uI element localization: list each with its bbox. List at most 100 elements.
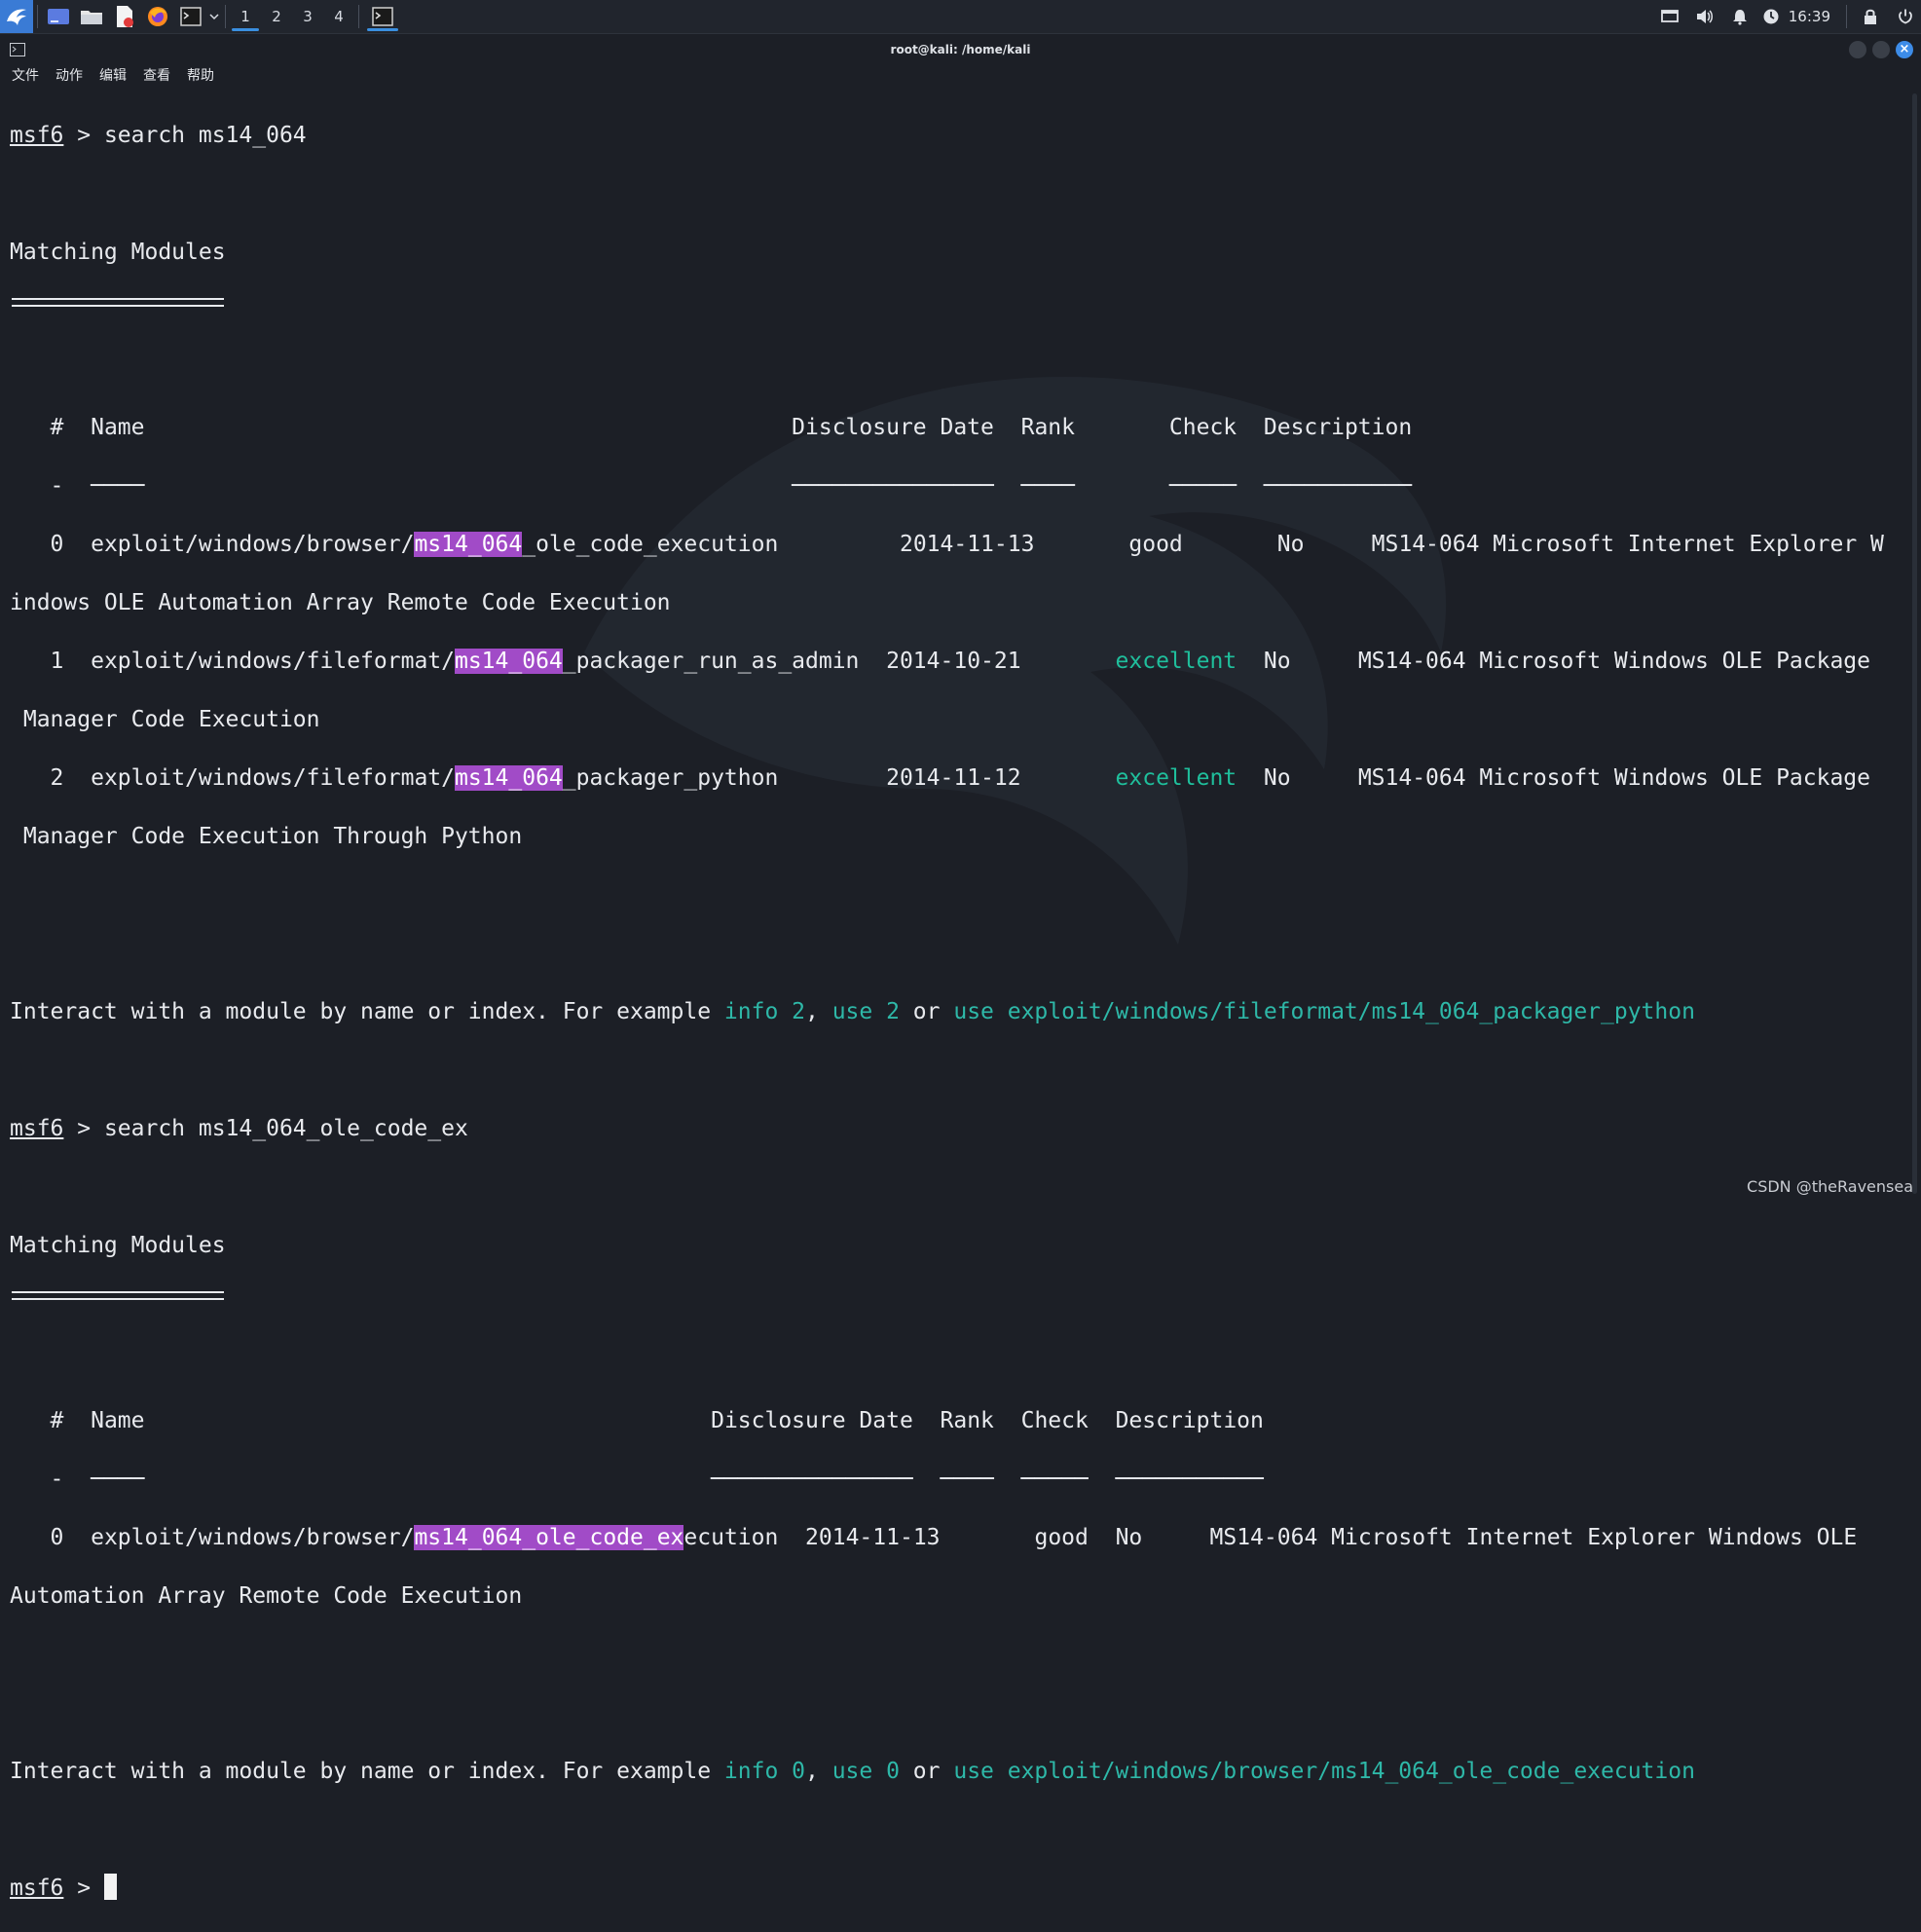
disclosure-date: 2014-11-12: [886, 765, 1021, 791]
firefox-icon: [148, 7, 167, 26]
prompt-line-3[interactable]: msf6 >: [10, 1874, 1908, 1903]
search-highlight: ms14_064: [454, 765, 563, 791]
hint-or: or: [899, 1759, 954, 1784]
msf-prompt: msf6: [10, 1876, 64, 1901]
workspace-label: 3: [303, 8, 313, 25]
menu-edit[interactable]: 编辑: [99, 65, 127, 87]
table-row-wrap: indows OLE Automation Array Remote Code …: [10, 588, 1908, 617]
power-button[interactable]: [1890, 0, 1921, 33]
check: No: [1276, 532, 1305, 557]
rank: good: [1034, 1525, 1089, 1550]
heading-underline: [10, 296, 1908, 325]
workspace-label: 1: [240, 8, 250, 25]
disclosure-date: 2014-11-13: [899, 532, 1035, 557]
kali-logo-icon: [7, 9, 26, 25]
terminal-output[interactable]: msf6 > search ms14_064 Matching Modules …: [10, 92, 1908, 1901]
text-editor-icon: [117, 6, 133, 27]
col-hash: #: [50, 1408, 64, 1433]
text-editor-button[interactable]: [108, 0, 141, 33]
workspace-2[interactable]: 2: [261, 0, 292, 33]
workspace-label: 4: [334, 8, 344, 25]
col-rank: Rank: [940, 1408, 994, 1433]
volume-tray-button[interactable]: [1689, 0, 1720, 33]
module-path-suffix: _packager_run_as_admin: [562, 649, 860, 674]
rank: excellent: [1115, 649, 1238, 674]
table-row: 0 exploit/windows/browser/ms14_064_ole_c…: [10, 1523, 1908, 1552]
table-row: 1 exploit/windows/fileformat/ms14_064_pa…: [10, 647, 1908, 676]
window-controls: ×: [1849, 41, 1913, 58]
hint-use-cmd: use 2: [831, 999, 900, 1024]
col-check: Check: [1168, 415, 1238, 440]
file-manager-button[interactable]: [75, 0, 108, 33]
col-hash: #: [50, 415, 64, 440]
firefox-button[interactable]: [141, 0, 174, 33]
kali-menu-button[interactable]: [0, 0, 33, 33]
panel-separator: [358, 5, 359, 28]
folder-icon: [81, 11, 102, 24]
clock-time[interactable]: 16:39: [1787, 8, 1838, 25]
taskbar-terminal-window[interactable]: [363, 0, 402, 33]
table-row-wrap: Manager Code Execution: [10, 705, 1908, 734]
row-index: 1: [50, 649, 64, 674]
display-tray-button[interactable]: [1654, 0, 1685, 33]
table-row: 0 exploit/windows/browser/ms14_064_ole_c…: [10, 530, 1908, 559]
col-name: Name: [91, 415, 145, 440]
terminal-icon: [180, 7, 202, 26]
clock-tray-button[interactable]: [1759, 0, 1783, 33]
description: MS14-064 Microsoft Windows OLE Package: [1357, 765, 1871, 791]
msf-prompt: msf6: [10, 123, 64, 148]
chevron-down-icon: [209, 14, 219, 20]
text-cursor: [103, 1874, 117, 1900]
interact-hint: Interact with a module by name or index.…: [10, 1757, 1908, 1786]
col-rank: Rank: [1020, 415, 1075, 440]
panel-separator: [1846, 5, 1847, 28]
description-wrap: Manager Code Execution Through Python: [10, 824, 523, 849]
workspace-4[interactable]: 4: [323, 0, 354, 33]
section-heading: Matching Modules: [10, 238, 1908, 267]
show-desktop-button[interactable]: [42, 0, 75, 33]
terminal-launcher-button[interactable]: [174, 0, 207, 33]
workspace-label: 2: [272, 8, 281, 25]
table-header-rule: - ──── ─────────────── ──── ───── ──────…: [10, 473, 1413, 499]
col-name: Name: [91, 1408, 145, 1433]
maximize-button[interactable]: [1872, 41, 1890, 58]
window-titlebar[interactable]: root@kali: /home/kali ×: [0, 34, 1921, 65]
menu-file[interactable]: 文件: [12, 65, 39, 87]
hint-info-cmd: info 0: [723, 1759, 805, 1784]
check: No: [1115, 1525, 1143, 1550]
hint-or: or: [899, 999, 954, 1024]
bell-icon: [1732, 10, 1747, 25]
close-button[interactable]: ×: [1896, 41, 1913, 58]
menu-view[interactable]: 查看: [143, 65, 170, 87]
matching-modules-title: Matching Modules: [10, 1233, 226, 1258]
disclosure-date: 2014-10-21: [886, 649, 1021, 674]
terminal-scrollbar[interactable]: [1912, 93, 1917, 1194]
table-row-wrap: Manager Code Execution Through Python: [10, 822, 1908, 851]
hint-text: Interact with a module by name or index.…: [10, 999, 724, 1024]
lock-screen-button[interactable]: [1855, 0, 1886, 33]
panel-separator: [225, 5, 226, 28]
lock-icon: [1865, 9, 1876, 24]
menu-help[interactable]: 帮助: [187, 65, 214, 87]
description: MS14-064 Microsoft Windows OLE Package: [1357, 649, 1871, 674]
matching-modules-title: Matching Modules: [10, 240, 226, 265]
command-text: search ms14_064: [103, 123, 307, 148]
module-path: exploit/windows/browser/: [91, 532, 415, 557]
col-check: Check: [1020, 1408, 1089, 1433]
search-highlight: ms14_064: [414, 532, 523, 557]
launcher-dropdown[interactable]: [207, 13, 221, 20]
table-row-wrap: Automation Array Remote Code Execution: [10, 1581, 1908, 1611]
menu-actions[interactable]: 动作: [55, 65, 83, 87]
minimize-button[interactable]: [1849, 41, 1866, 58]
workspace-3[interactable]: 3: [292, 0, 323, 33]
description-wrap: indows OLE Automation Array Remote Code …: [10, 590, 671, 615]
panel-separator: [37, 5, 38, 28]
col-desc: Description: [1263, 415, 1413, 440]
notifications-tray-button[interactable]: [1724, 0, 1755, 33]
csdn-watermark: CSDN @theRavensea: [1747, 1177, 1913, 1196]
window-title: root@kali: /home/kali: [890, 43, 1031, 56]
description-wrap: Automation Array Remote Code Execution: [10, 1583, 523, 1609]
module-path-suffix: _ole_code_execution: [522, 532, 779, 557]
workspace-1[interactable]: 1: [230, 0, 261, 33]
rank: good: [1128, 532, 1183, 557]
